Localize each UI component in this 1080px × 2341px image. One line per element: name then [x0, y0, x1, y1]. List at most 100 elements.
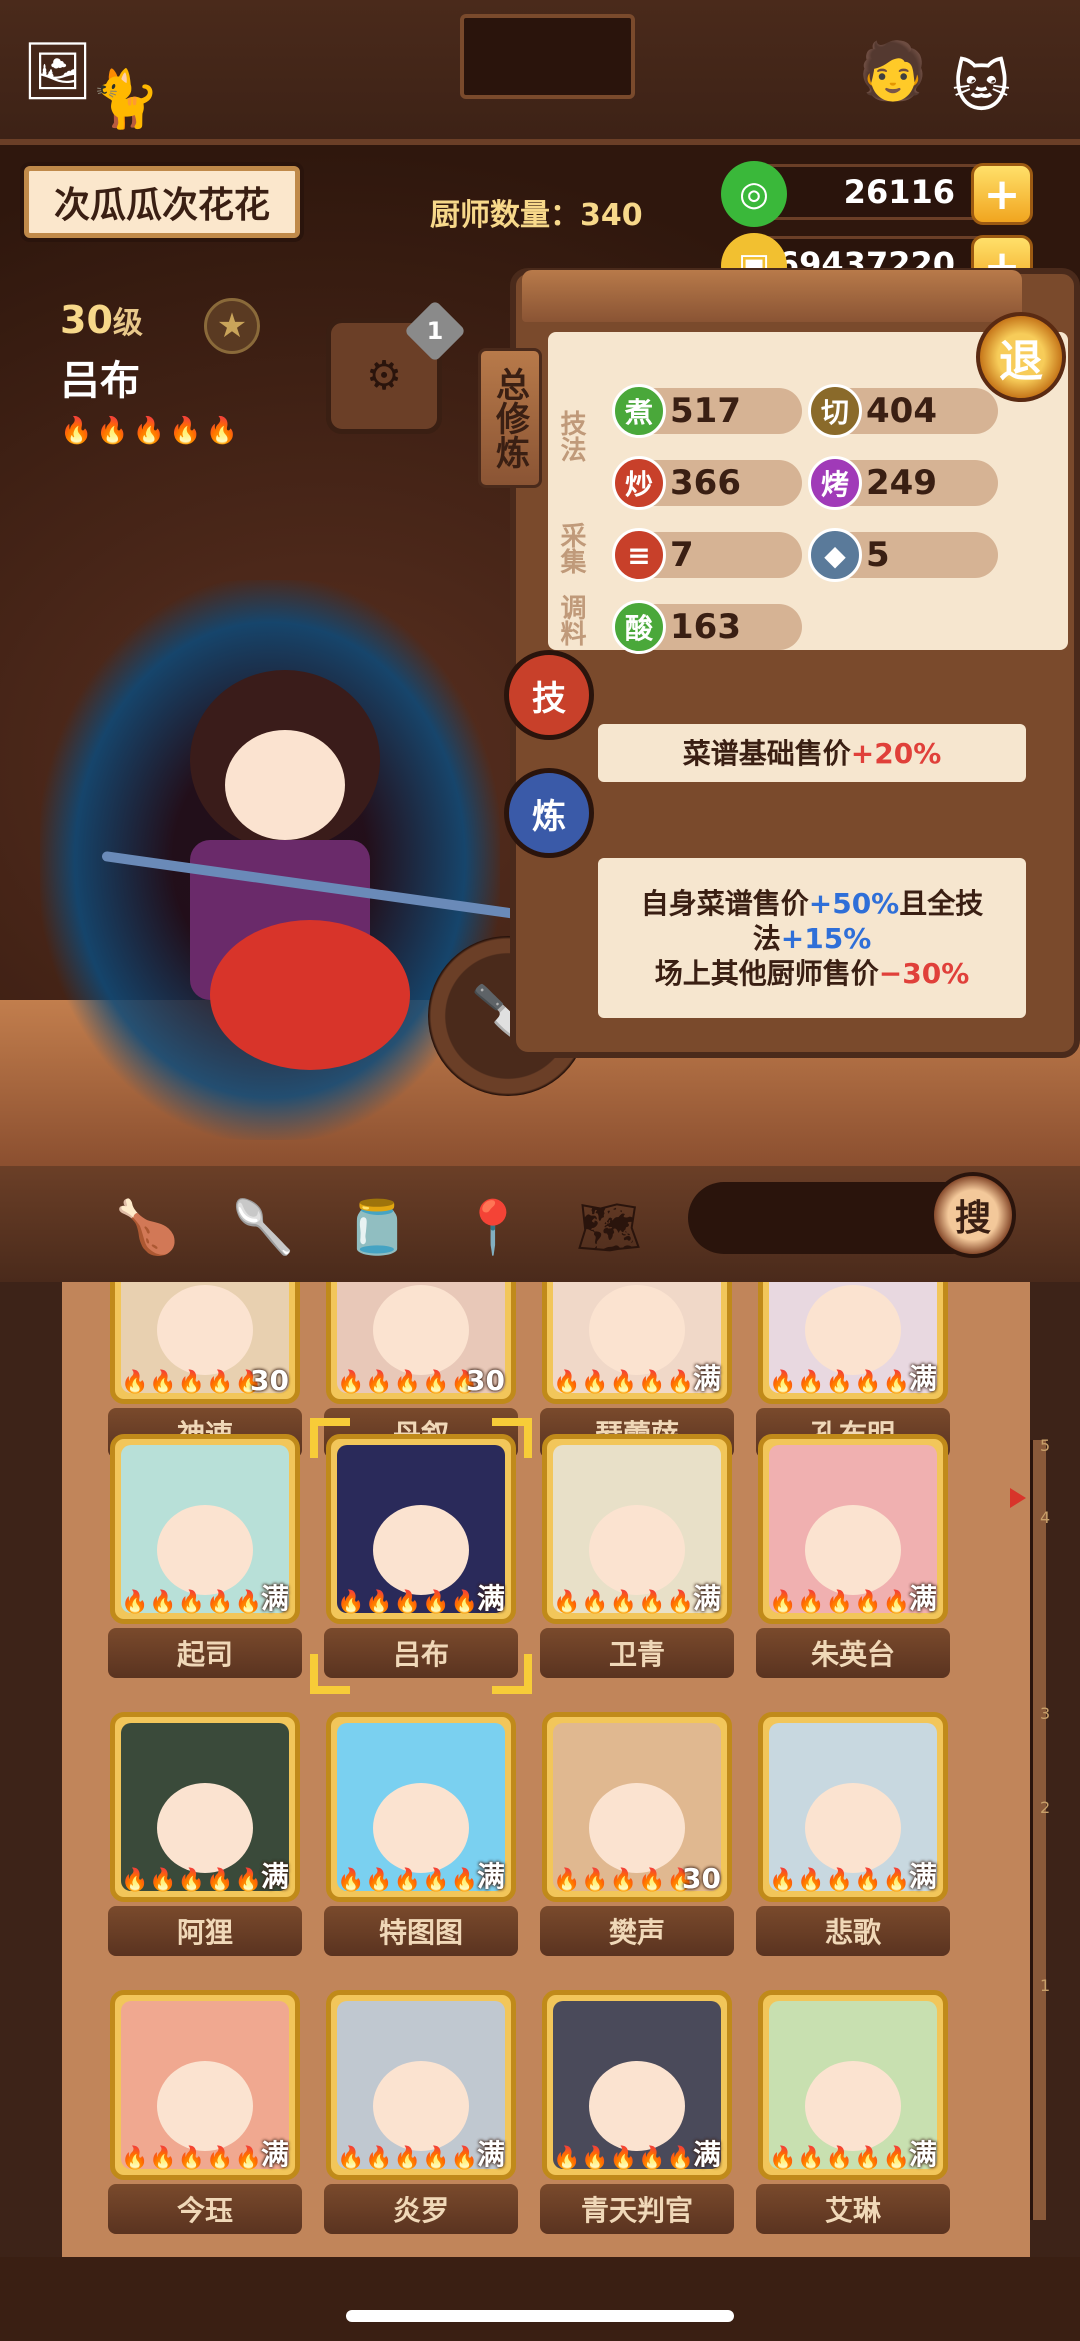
meat-filter-icon[interactable]: 🍗: [114, 1194, 180, 1260]
chef-face: [805, 2061, 901, 2151]
chef-face: [589, 1783, 685, 1873]
selection-corner: [310, 1418, 350, 1458]
map-filter-icon[interactable]: 🗺: [576, 1194, 642, 1260]
player-name[interactable]: 次瓜瓜次花花: [24, 166, 300, 238]
ruler-mark: 3: [1040, 1704, 1051, 1723]
train-text: 且全技: [899, 886, 984, 920]
chef-portrait: 🔥🔥🔥🔥🔥 满: [542, 1434, 732, 1624]
skill-slots-button[interactable]: ⚙ 1: [326, 299, 467, 434]
selection-corner: [492, 1418, 532, 1458]
chef-portrait: 🔥🔥🔥🔥🔥 满: [110, 1990, 300, 2180]
chef-card[interactable]: 🔥🔥🔥🔥🔥 满阿狸: [108, 1712, 302, 1956]
stat-meat: ≡ 7: [612, 528, 802, 582]
skill-badge[interactable]: 技: [504, 650, 594, 740]
flame-rating: 🔥🔥🔥🔥🔥: [553, 1868, 695, 1893]
skill-count-badge: 1: [403, 299, 467, 363]
chef-card[interactable]: 🔥🔥🔥🔥🔥满孔布明: [756, 1282, 950, 1458]
chef-card[interactable]: 🔥🔥🔥🔥🔥30神速: [108, 1282, 302, 1458]
chef-info: 30级 吕布 🔥🔥🔥🔥🔥: [60, 298, 300, 448]
category-technique: 技法: [556, 410, 586, 462]
search-button[interactable]: 搜: [930, 1172, 1016, 1258]
flame-rating: 🔥🔥🔥🔥🔥: [337, 1370, 479, 1395]
chef-face: [805, 1505, 901, 1595]
jar-filter-icon[interactable]: 🫙: [344, 1194, 410, 1260]
chef-card[interactable]: 🔥🔥🔥🔥🔥 满悲歌: [756, 1712, 950, 1956]
chef-card[interactable]: 🔥🔥🔥🔥🔥 满起司: [108, 1434, 302, 1678]
exit-button[interactable]: 退: [976, 312, 1066, 402]
sour-icon: 酸: [612, 600, 666, 654]
stat-stirfry: 炒 366: [612, 456, 802, 510]
pet-icon: 🐱: [952, 55, 1011, 120]
home-indicator[interactable]: [346, 2310, 734, 2322]
chef-portrait: 🔥🔥🔥🔥🔥 满: [542, 1282, 732, 1404]
ruler-mark: 2: [1040, 1798, 1051, 1817]
tab-total-cultivation[interactable]: 总修炼: [478, 348, 542, 488]
stat-value: 163: [670, 607, 741, 647]
chef-portrait: 🔥🔥🔥🔥🔥 满: [326, 1990, 516, 2180]
chef-name: 炎罗: [324, 2184, 518, 2234]
chef-card[interactable]: 🔥🔥🔥🔥🔥 满今珏: [108, 1990, 302, 2234]
chef-level: 满: [260, 2138, 289, 2171]
chef-portrait: 🔥🔥🔥🔥🔥 30: [326, 1282, 516, 1404]
chef-card[interactable]: 🔥🔥🔥🔥🔥 满艾琳: [756, 1990, 950, 2234]
skill-note: 菜谱基础售价 +20%: [598, 724, 1026, 782]
flame-rating: 🔥🔥🔥🔥🔥: [769, 1868, 911, 1893]
chef-card[interactable]: 🔥🔥🔥🔥🔥 满特图图: [324, 1712, 518, 1956]
add-jade-button[interactable]: +: [971, 163, 1033, 225]
level-number: 30: [60, 298, 113, 342]
chef-name: 阿狸: [108, 1906, 302, 1956]
chef-name: 青天判官: [540, 2184, 734, 2234]
chef-card[interactable]: 🔥🔥🔥🔥🔥 30 樊声: [540, 1712, 734, 1956]
hanging-portrait: [460, 14, 635, 99]
chef-level: 30: [682, 1862, 721, 1895]
chef-card[interactable]: 🔥🔥🔥🔥🔥 满吕布: [310, 1418, 532, 1694]
train-badge[interactable]: 炼: [504, 768, 594, 858]
spatula-filter-icon[interactable]: 🥄: [230, 1194, 296, 1260]
chef-name: 卫青: [540, 1628, 734, 1678]
stat-cut: 切 404: [808, 384, 998, 438]
chef-list[interactable]: 🔥🔥🔥🔥🔥30神速🔥🔥🔥🔥🔥30丹叙🔥🔥🔥🔥🔥满瑟蕾萨🔥🔥🔥🔥🔥满孔布明🔥🔥🔥🔥…: [62, 1282, 1030, 2257]
chef-level: 满: [692, 2138, 721, 2171]
chef-face: [373, 1505, 469, 1595]
chef-portrait: 🔥🔥🔥🔥🔥 30: [110, 1282, 300, 1404]
flame-rating: 🔥🔥🔥🔥🔥: [121, 1370, 263, 1395]
chef-card[interactable]: 🔥🔥🔥🔥🔥 满炎罗: [324, 1990, 518, 2234]
boil-icon: 煮: [612, 384, 666, 438]
chef-level: 30: [466, 1364, 505, 1397]
level-ruler[interactable]: [1030, 1440, 1046, 2220]
character-mount: [210, 920, 410, 1070]
selection-corner: [492, 1654, 532, 1694]
chef-face: [373, 1783, 469, 1873]
chef-level: 满: [476, 1860, 505, 1893]
stat-roast: 烤 249: [808, 456, 998, 510]
chef-card[interactable]: 🔥🔥🔥🔥🔥 满青天判官: [540, 1990, 734, 2234]
category-gather: 采集: [556, 522, 586, 574]
chef-portrait: 🔥🔥🔥🔥🔥 满: [758, 1990, 948, 2180]
chef-face: [157, 2061, 253, 2151]
chef-card[interactable]: 🔥🔥🔥🔥🔥 满卫青: [540, 1434, 734, 1678]
location-filter-icon[interactable]: 📍: [460, 1194, 526, 1260]
chef-face: [589, 1285, 685, 1375]
chef-face: [157, 1505, 253, 1595]
chef-card[interactable]: 🔥🔥🔥🔥🔥满瑟蕾萨: [540, 1282, 734, 1458]
train-value: +15%: [780, 921, 872, 955]
character-face: [225, 730, 345, 840]
npc-icon: 🧑: [858, 39, 928, 104]
chef-portrait: 🔥🔥🔥🔥🔥 满: [758, 1712, 948, 1902]
ruler-mark: 1: [1040, 1976, 1051, 1995]
train-text: 场上其他厨师售价: [654, 956, 879, 990]
flame-rating: 🔥🔥🔥🔥🔥: [337, 2146, 479, 2171]
chef-level: 30级: [60, 298, 300, 342]
chef-count: 厨师数量：340: [430, 198, 643, 233]
train-note: 自身菜谱售价+50%且全技 法+15% 场上其他厨师售价−30%: [598, 858, 1026, 1018]
ruler-mark: 5: [1040, 1436, 1051, 1455]
favorite-star-icon[interactable]: ★: [204, 298, 260, 354]
chef-level: 满: [908, 1362, 937, 1395]
chef-card[interactable]: 🔥🔥🔥🔥🔥30丹叙: [324, 1282, 518, 1458]
chef-card[interactable]: 🔥🔥🔥🔥🔥 满朱英台: [756, 1434, 950, 1678]
flame-rating: 🔥🔥🔥🔥🔥: [121, 1868, 263, 1893]
chef-level: 满: [692, 1362, 721, 1395]
stat-value: 366: [670, 463, 741, 503]
selection-corner: [310, 1654, 350, 1694]
chef-name: 起司: [108, 1628, 302, 1678]
